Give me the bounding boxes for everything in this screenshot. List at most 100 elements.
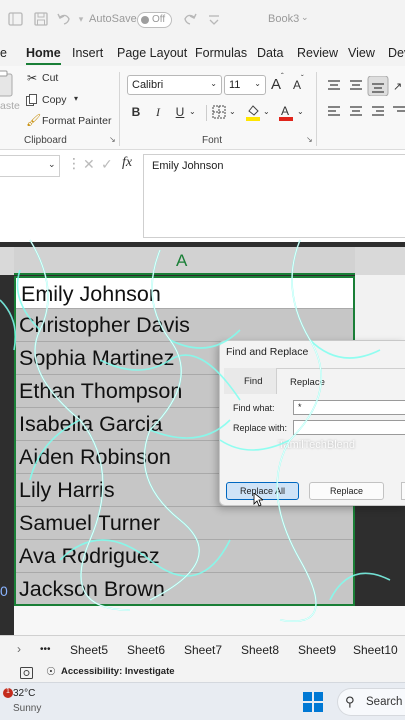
cut-button[interactable]: Cut — [42, 72, 58, 84]
row-headers[interactable] — [0, 275, 14, 605]
customize-toolbar-icon[interactable] — [206, 11, 222, 27]
replace-button[interactable]: Replace — [309, 482, 384, 500]
font-color-dropdown-icon[interactable]: ⌄ — [297, 107, 304, 116]
weather-badge: 1 — [3, 688, 13, 698]
tab-sheet9[interactable]: Sheet9 — [298, 643, 336, 657]
taskbar-search-box[interactable]: ⚲ Search — [337, 688, 405, 716]
font-name-dropdown[interactable]: Calibri ⌄ — [127, 75, 222, 95]
tab-formulas[interactable]: Formulas — [195, 46, 247, 60]
find-all-button[interactable] — [401, 482, 405, 500]
search-icon: ⚲ — [345, 694, 355, 709]
tab-review[interactable]: Review — [297, 46, 338, 60]
borders-icon[interactable] — [212, 105, 226, 119]
cell-text: Aiden Robinson — [19, 445, 171, 469]
formula-bar-grip-icon[interactable]: ⋮ — [67, 155, 81, 172]
tab-page-layout[interactable]: Page Layout — [117, 46, 187, 60]
font-color-icon[interactable]: A — [279, 103, 293, 121]
shrink-font-icon: ˇ — [301, 74, 304, 83]
column-header-a[interactable]: A — [14, 247, 355, 275]
accessibility-status[interactable]: Accessibility: Investigate — [61, 666, 175, 677]
undo-dropdown-icon[interactable]: ▾ — [73, 11, 89, 27]
scroll-sheets-right-icon[interactable]: › — [17, 642, 21, 656]
undo-icon[interactable] — [56, 11, 72, 27]
font-group-label: Font — [202, 135, 223, 146]
bold-button[interactable]: B — [127, 103, 145, 121]
autosave-label: AutoSave — [89, 13, 137, 25]
format-painter-button[interactable]: Format Painter — [42, 115, 111, 127]
fill-color-dropdown-icon[interactable]: ⌄ — [263, 107, 270, 116]
font-name-value: Calibri — [132, 79, 164, 91]
toggle-knob — [141, 16, 149, 24]
underline-button[interactable]: U — [171, 103, 189, 121]
insert-function-button[interactable]: fx — [122, 155, 132, 171]
tab-home[interactable]: Home — [26, 46, 61, 65]
row-number-fragment: 0 — [0, 583, 8, 599]
file-name-chevron-icon[interactable]: ⌄ — [301, 12, 309, 23]
cell-a2[interactable]: Christopher Davis — [14, 309, 355, 342]
copy-dropdown-icon[interactable]: ▾ — [74, 94, 78, 103]
confirm-entry-icon[interactable]: ✓ — [101, 156, 113, 173]
tab-sheet10[interactable]: Sheet10 — [353, 643, 398, 657]
column-header-label: A — [176, 251, 188, 270]
cell-a1[interactable]: Emily Johnson — [14, 276, 355, 309]
horizontal-align-group — [325, 104, 405, 120]
tab-sheet8[interactable]: Sheet8 — [241, 643, 279, 657]
tab-file-fragment[interactable]: e — [0, 46, 7, 60]
tab-sheet5[interactable]: Sheet5 — [70, 643, 108, 657]
formula-input[interactable]: Emily Johnson — [143, 154, 405, 238]
tab-replace[interactable]: Replace — [276, 368, 405, 395]
shrink-font-button[interactable]: A — [293, 78, 301, 92]
grow-font-icon: ˆ — [281, 72, 284, 81]
taskbar: 1 32°C Sunny ⚲ Search — [0, 682, 405, 720]
underline-dropdown-icon[interactable]: ⌄ — [189, 107, 196, 116]
cell-text: Ava Rodriguez — [19, 544, 160, 568]
cancel-entry-icon[interactable]: ✕ — [83, 156, 95, 173]
cell-a10[interactable]: Jackson Brown — [14, 573, 355, 606]
paste-label[interactable]: aste — [0, 100, 20, 112]
ribbon: aste ✂ Cut Copy ▾ 🖌 Format Painter Clipb… — [0, 66, 405, 150]
sheet-tabs-bar: › ••• Sheet5 Sheet6 Sheet7 Sheet8 Sheet9… — [0, 635, 405, 662]
tab-developer-fragment[interactable]: Dev — [388, 46, 405, 60]
copy-icon — [26, 93, 38, 106]
replace-with-input[interactable] — [293, 420, 405, 435]
find-what-label: Find what: — [233, 403, 275, 413]
tab-sheet6[interactable]: Sheet6 — [127, 643, 165, 657]
svg-text:A: A — [281, 104, 289, 118]
autosave-toggle[interactable]: Off — [137, 12, 172, 28]
fill-color-icon[interactable] — [246, 103, 260, 121]
grow-font-button[interactable]: A — [271, 76, 281, 93]
borders-dropdown-icon[interactable]: ⌄ — [229, 107, 236, 116]
more-sheets-button[interactable]: ••• — [40, 644, 51, 655]
select-all-corner[interactable] — [0, 247, 14, 275]
ribbon-tabs: e Home Insert Page Layout Formulas Data … — [0, 40, 405, 66]
name-box[interactable]: ⌄ — [0, 155, 60, 177]
cell-a8[interactable]: Samuel Turner — [14, 507, 355, 540]
status-bar: ☉ Accessibility: Investigate — [0, 662, 405, 682]
cut-icon: ✂ — [27, 71, 38, 85]
font-size-dropdown[interactable]: 11 ⌄ — [224, 75, 266, 95]
weather-temperature[interactable]: 32°C — [13, 688, 35, 699]
macro-record-icon[interactable] — [20, 666, 33, 679]
save-icon[interactable] — [33, 11, 49, 27]
copy-button[interactable]: Copy — [42, 94, 67, 106]
replace-with-label: Replace with: — [233, 423, 288, 433]
search-label: Search — [366, 696, 403, 708]
empty-row[interactable] — [14, 606, 405, 635]
tab-data[interactable]: Data — [257, 46, 283, 60]
tab-sheet7[interactable]: Sheet7 — [184, 643, 222, 657]
font-launcher-icon[interactable]: ↘ — [306, 135, 313, 144]
cell-text: Jackson Brown — [19, 577, 165, 601]
windows-start-icon[interactable] — [303, 692, 323, 712]
dialog-title: Find and Replace — [226, 346, 309, 358]
tab-view[interactable]: View — [348, 46, 375, 60]
clipboard-launcher-icon[interactable]: ↘ — [109, 135, 116, 144]
paste-icon[interactable] — [0, 70, 16, 98]
cell-a9[interactable]: Ava Rodriguez — [14, 540, 355, 573]
tab-find[interactable]: Find — [244, 376, 262, 387]
cell-text: Isabella Garcia — [19, 412, 163, 436]
italic-button[interactable]: I — [149, 103, 167, 121]
redo-icon[interactable] — [182, 11, 198, 27]
find-what-input[interactable]: * — [293, 400, 405, 415]
tab-insert[interactable]: Insert — [72, 46, 103, 60]
weather-condition[interactable]: Sunny — [13, 703, 41, 714]
